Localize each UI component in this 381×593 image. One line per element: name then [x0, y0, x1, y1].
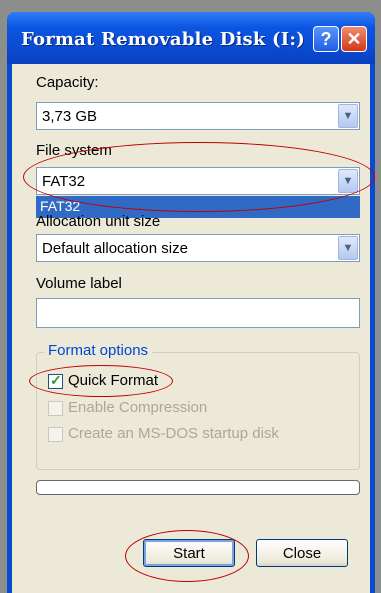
volume-label-input[interactable]: [36, 298, 360, 328]
capacity-select[interactable]: 3,73 GB ▼: [36, 102, 360, 130]
capacity-value: 3,73 GB: [42, 108, 98, 125]
close-icon: ✕: [346, 28, 362, 49]
chevron-down-icon[interactable]: ▼: [338, 236, 358, 260]
help-icon: ?: [320, 28, 332, 49]
help-button[interactable]: ?: [313, 26, 339, 52]
annotation-ellipse-quick-format: [29, 365, 173, 397]
close-window-button[interactable]: ✕: [341, 26, 367, 52]
title-bar[interactable]: Format Removable Disk (I:) ? ✕: [7, 12, 375, 64]
allocation-select[interactable]: Default allocation size ▼: [36, 234, 360, 262]
annotation-ellipse-start: [125, 530, 249, 582]
enable-compression-label[interactable]: Enable Compression: [68, 399, 207, 416]
annotation-ellipse-file-system: [23, 142, 375, 212]
format-progress-bar: [36, 480, 360, 495]
window-title: Format Removable Disk (I:): [21, 29, 305, 50]
allocation-value: Default allocation size: [42, 240, 188, 257]
volume-label-label: Volume label: [36, 275, 122, 292]
close-button[interactable]: Close: [256, 539, 348, 567]
capacity-label: Capacity:: [36, 74, 99, 91]
allocation-label: Allocation unit size: [36, 213, 161, 230]
ms-dos-startup-checkbox[interactable]: [48, 427, 63, 442]
enable-compression-checkbox[interactable]: [48, 401, 63, 416]
format-options-legend: Format options: [44, 342, 153, 359]
chevron-down-icon[interactable]: ▼: [338, 104, 358, 128]
ms-dos-startup-label[interactable]: Create an MS-DOS startup disk: [68, 425, 279, 442]
